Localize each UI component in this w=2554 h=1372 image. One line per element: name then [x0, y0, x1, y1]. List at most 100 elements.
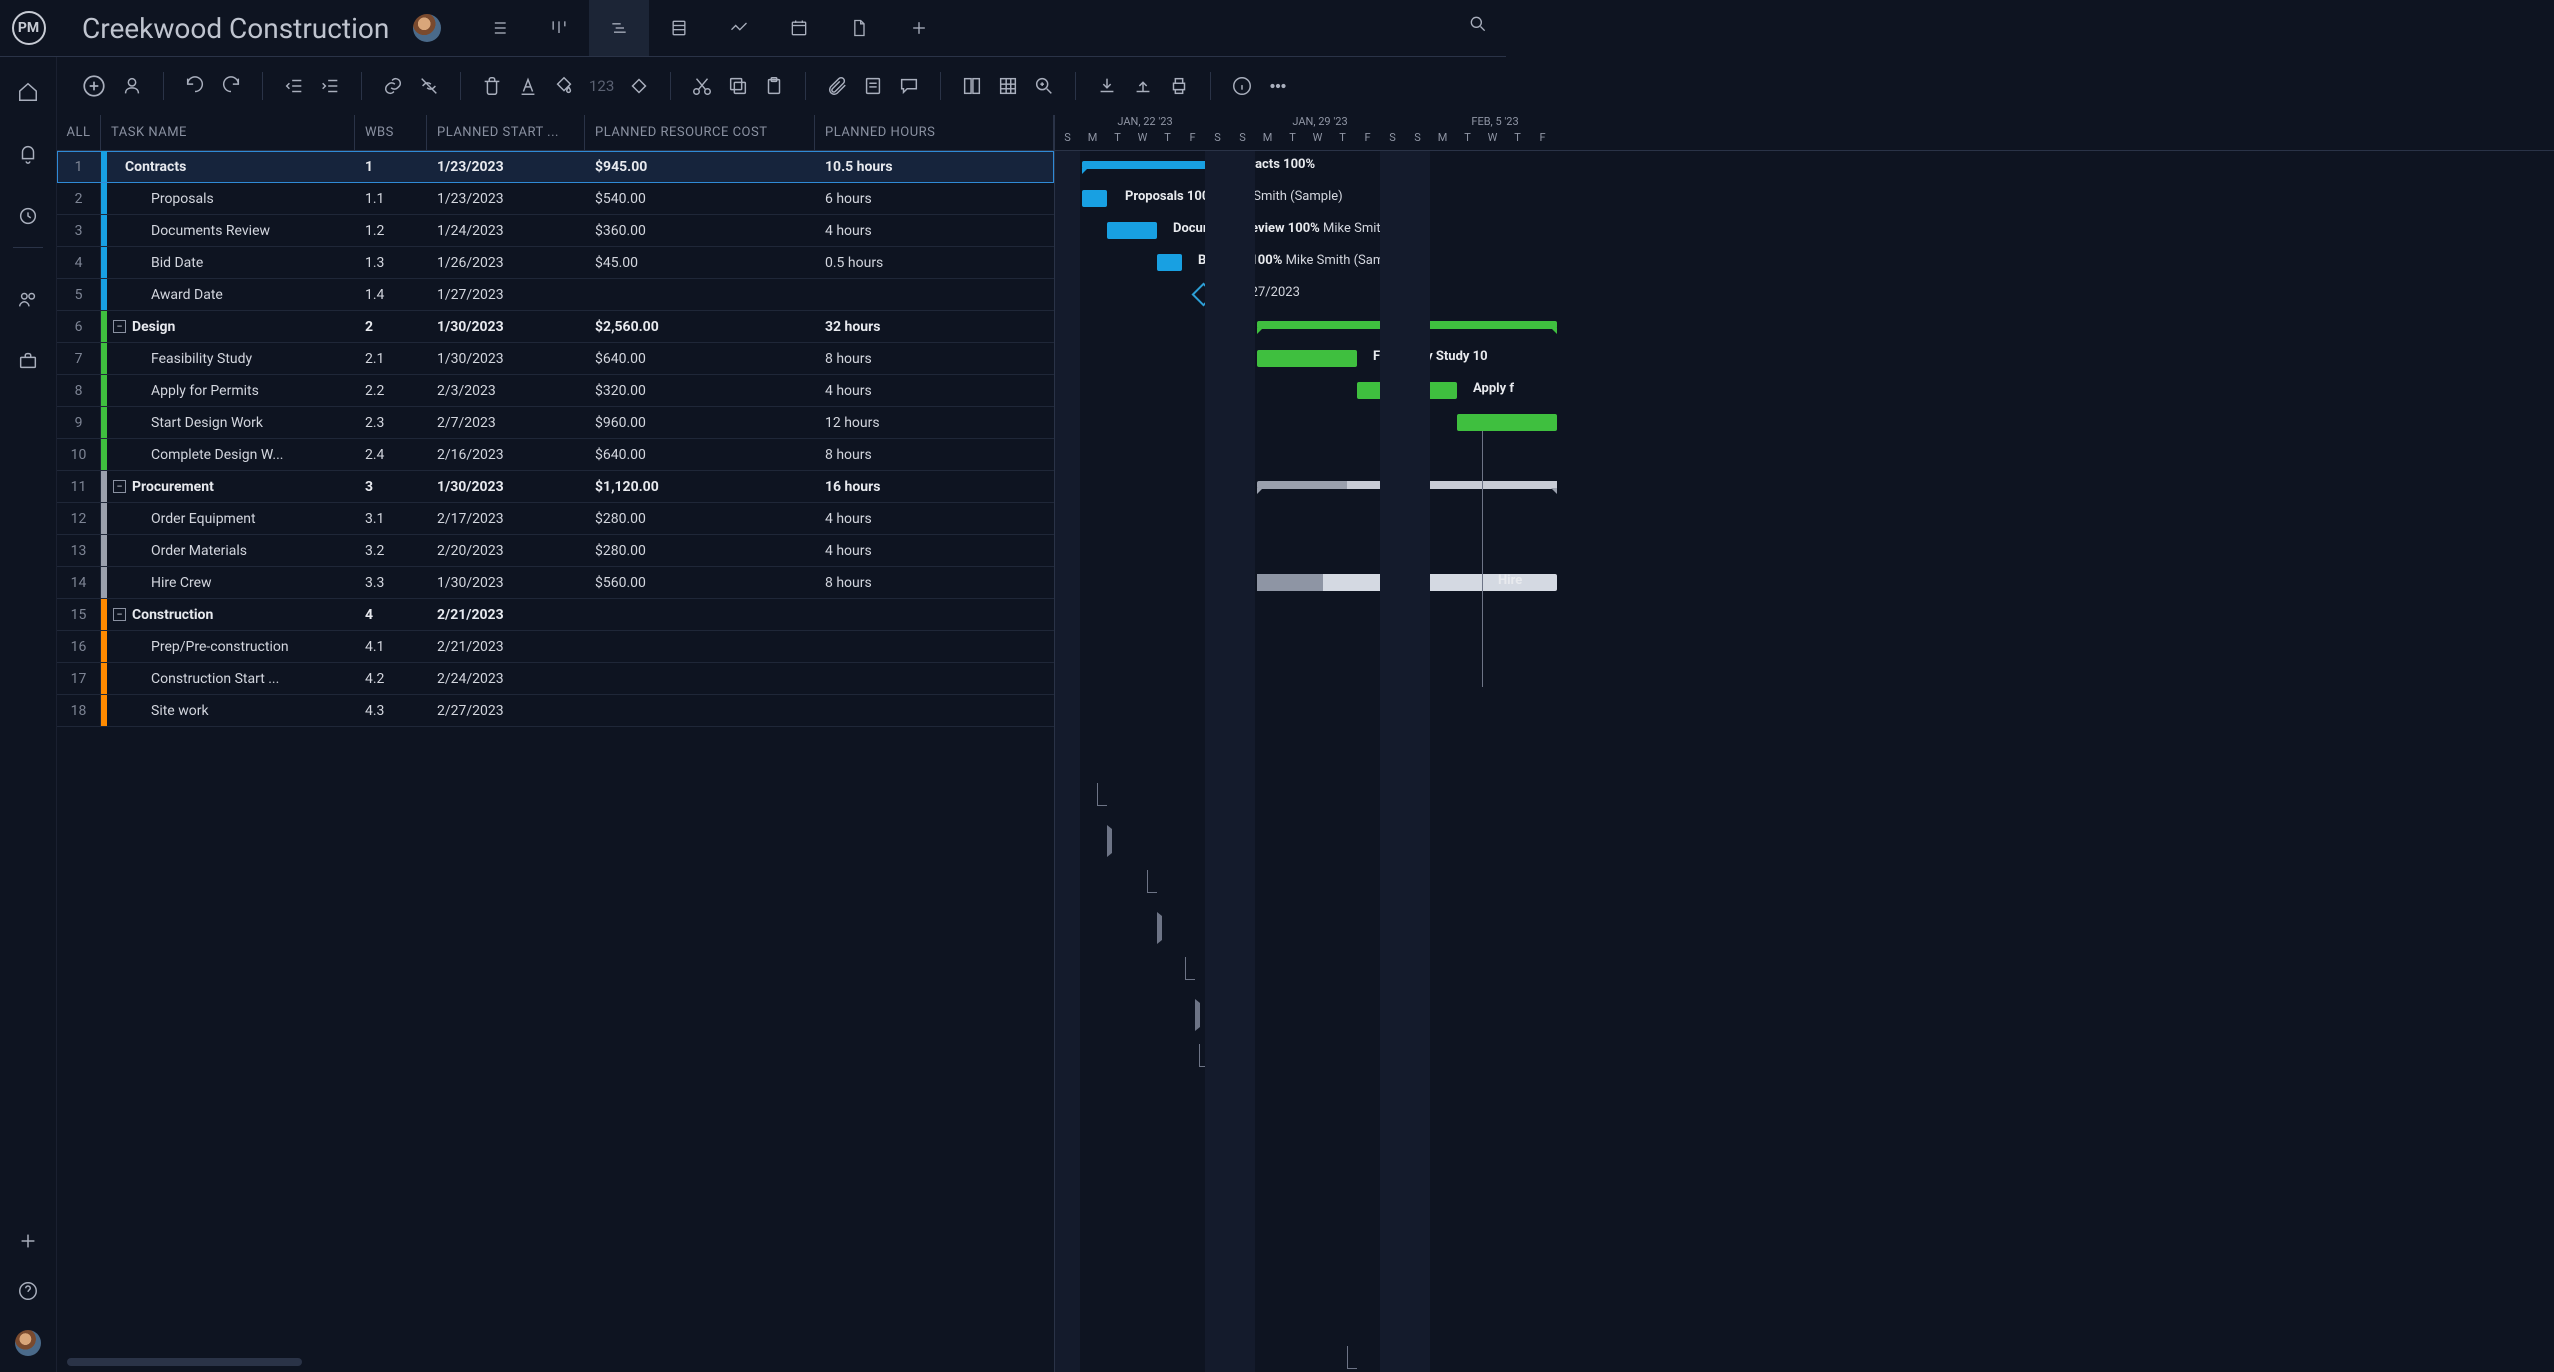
add-task-button[interactable] [81, 73, 107, 99]
collapse-toggle[interactable]: − [113, 480, 126, 493]
home-icon[interactable] [17, 81, 39, 103]
assign-button[interactable] [121, 75, 143, 97]
view-tab-calendar[interactable] [769, 0, 829, 56]
indent-button[interactable] [319, 75, 341, 97]
task-row[interactable]: 17Construction Start ...4.22/24/2023 [57, 663, 1054, 695]
task-bar[interactable] [1082, 190, 1107, 207]
copy-button[interactable] [727, 75, 749, 97]
view-tab-board[interactable] [529, 0, 589, 56]
help-icon[interactable] [17, 1280, 39, 1302]
task-row[interactable]: 6−Design21/30/2023$2,560.0032 hours [57, 311, 1054, 343]
text-color-button[interactable] [517, 75, 539, 97]
gantt-row[interactable] [1055, 503, 2554, 535]
gantt-row[interactable] [1055, 439, 2554, 471]
plus-icon[interactable] [17, 1230, 39, 1252]
task-row[interactable]: 3Documents Review1.21/24/2023$360.004 ho… [57, 215, 1054, 247]
view-tab-sheet[interactable] [649, 0, 709, 56]
task-row[interactable]: 8Apply for Permits2.22/3/2023$320.004 ho… [57, 375, 1054, 407]
project-owner-avatar[interactable] [413, 14, 441, 42]
task-row[interactable]: 13Order Materials3.22/20/2023$280.004 ho… [57, 535, 1054, 567]
col-header-name[interactable]: TASK NAME [101, 115, 355, 150]
grid-horizontal-scrollbar[interactable] [67, 1358, 302, 1366]
col-header-wbs[interactable]: WBS [355, 115, 427, 150]
fill-color-button[interactable] [553, 75, 575, 97]
task-row[interactable]: 2Proposals1.11/23/2023$540.006 hours [57, 183, 1054, 215]
gantt-row[interactable]: Bid Date 100% Mike Smith (Sample) [1055, 247, 2554, 279]
export-button[interactable] [1132, 75, 1154, 97]
task-bar[interactable] [1107, 222, 1157, 239]
clock-icon[interactable] [17, 205, 39, 227]
summary-bar[interactable] [1082, 161, 1210, 169]
gantt-row[interactable]: Feasibility Study 10 [1055, 343, 2554, 375]
more-button[interactable] [1267, 75, 1289, 97]
project-title[interactable]: Creekwood Construction [82, 12, 389, 45]
cut-button[interactable] [691, 75, 713, 97]
task-row[interactable]: 1Contracts11/23/2023$945.0010.5 hours [57, 151, 1054, 183]
redo-button[interactable] [220, 75, 242, 97]
undo-button[interactable] [184, 75, 206, 97]
view-tab-list[interactable] [469, 0, 529, 56]
user-avatar[interactable] [15, 1330, 41, 1356]
print-button[interactable] [1168, 75, 1190, 97]
search-button[interactable] [1468, 14, 1488, 38]
gantt-row[interactable] [1055, 631, 2554, 663]
gantt-row[interactable] [1055, 599, 2554, 631]
task-row[interactable]: 14Hire Crew3.31/30/2023$560.008 hours [57, 567, 1054, 599]
gantt-row[interactable]: Documents Review 100% Mike Smith (S... [1055, 215, 2554, 247]
view-tab-gantt[interactable] [589, 0, 649, 56]
view-tab-files[interactable] [829, 0, 889, 56]
gantt-row[interactable]: Contracts 100% [1055, 151, 2554, 183]
trash-button[interactable] [481, 75, 503, 97]
task-row[interactable]: 11−Procurement31/30/2023$1,120.0016 hour… [57, 471, 1054, 503]
col-header-start[interactable]: PLANNED START ... [427, 115, 585, 150]
task-row[interactable]: 9Start Design Work2.32/7/2023$960.0012 h… [57, 407, 1054, 439]
bell-icon[interactable] [17, 143, 39, 165]
gantt-row[interactable] [1055, 407, 2554, 439]
notes-button[interactable] [862, 75, 884, 97]
gantt-row[interactable]: Proposals 100% Mike Smith (Sample) [1055, 183, 2554, 215]
gantt-row[interactable] [1055, 535, 2554, 567]
people-icon[interactable] [17, 288, 39, 310]
zoom-button[interactable] [1033, 75, 1055, 97]
collapse-toggle[interactable]: − [113, 608, 126, 621]
gantt-row[interactable] [1055, 695, 2554, 727]
paste-button[interactable] [763, 75, 785, 97]
task-row[interactable]: 5Award Date1.41/27/2023 [57, 279, 1054, 311]
gantt-chart[interactable]: JAN, 22 '23JAN, 29 '23FEB, 5 '23 SMTWTFS… [1055, 115, 2554, 1372]
link-button[interactable] [382, 75, 404, 97]
comments-button[interactable] [898, 75, 920, 97]
collapse-toggle[interactable]: − [113, 320, 126, 333]
task-row[interactable]: 18Site work4.32/27/2023 [57, 695, 1054, 727]
grid-button[interactable] [997, 75, 1019, 97]
task-row[interactable]: 16Prep/Pre-construction4.12/21/2023 [57, 631, 1054, 663]
task-row[interactable]: 10Complete Design W...2.42/16/2023$640.0… [57, 439, 1054, 471]
import-button[interactable] [1096, 75, 1118, 97]
task-row[interactable]: 12Order Equipment3.12/17/2023$280.004 ho… [57, 503, 1054, 535]
gantt-row[interactable] [1055, 311, 2554, 343]
unlink-button[interactable] [418, 75, 440, 97]
task-bar[interactable] [1157, 254, 1182, 271]
toolbar-number-field[interactable]: 123 [589, 77, 614, 95]
columns-button[interactable] [961, 75, 983, 97]
gantt-row[interactable]: Hire [1055, 567, 2554, 599]
task-bar[interactable] [1257, 350, 1357, 367]
outdent-button[interactable] [283, 75, 305, 97]
view-tab-dashboard[interactable] [709, 0, 769, 56]
col-header-cost[interactable]: PLANNED RESOURCE COST [585, 115, 815, 150]
gantt-row[interactable]: 1/27/2023 [1055, 279, 2554, 311]
view-tab-add[interactable] [889, 0, 949, 56]
briefcase-icon[interactable] [17, 350, 39, 372]
info-button[interactable] [1231, 75, 1253, 97]
task-row[interactable]: 15−Construction42/21/2023 [57, 599, 1054, 631]
col-header-number[interactable]: ALL [57, 115, 101, 150]
task-row[interactable]: 7Feasibility Study2.11/30/2023$640.008 h… [57, 343, 1054, 375]
task-row[interactable]: 4Bid Date1.31/26/2023$45.000.5 hours [57, 247, 1054, 279]
attachment-button[interactable] [826, 75, 848, 97]
task-bar[interactable] [1457, 414, 1557, 431]
col-header-hours[interactable]: PLANNED HOURS [815, 115, 1054, 150]
gantt-row[interactable]: Apply f [1055, 375, 2554, 407]
diamond-icon[interactable] [628, 75, 650, 97]
gantt-row[interactable] [1055, 471, 2554, 503]
gantt-row[interactable] [1055, 663, 2554, 695]
app-logo[interactable]: PM [0, 0, 57, 57]
